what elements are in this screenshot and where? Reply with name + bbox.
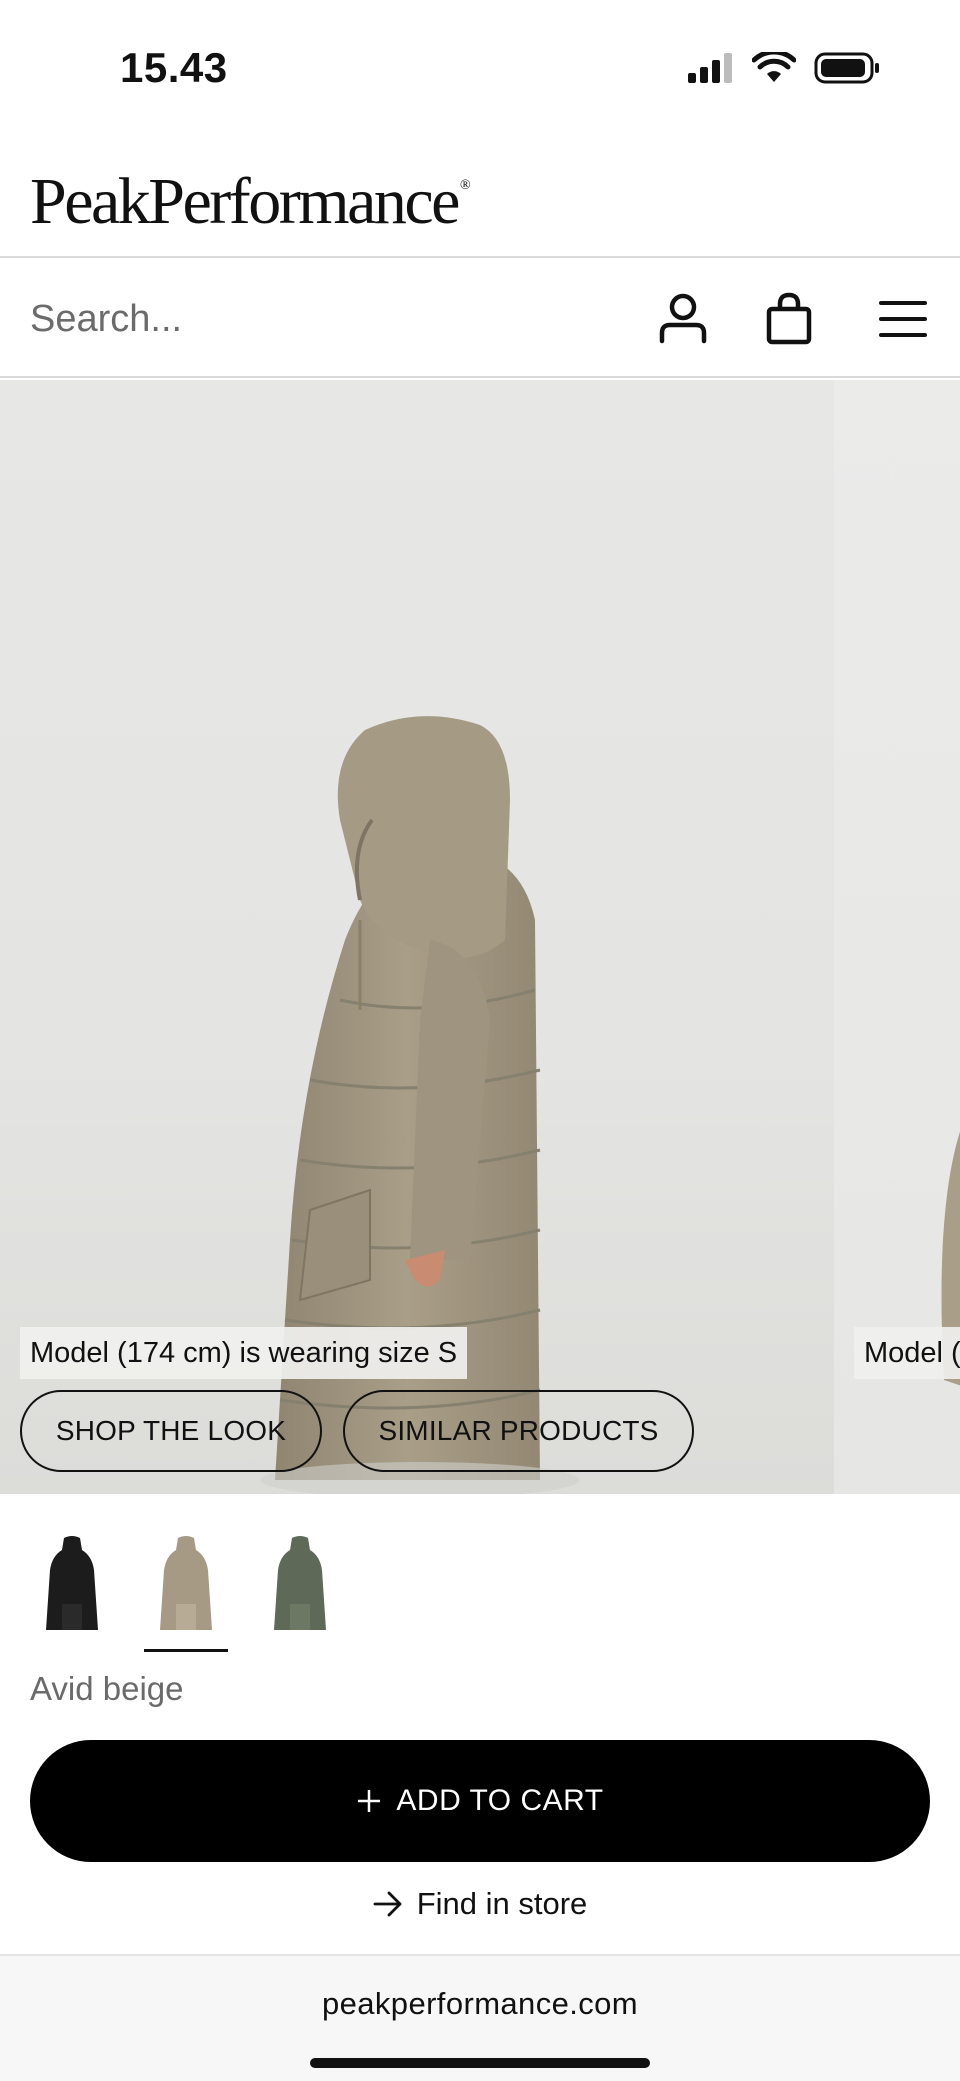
brand-header: PeakPerformance ®: [0, 140, 960, 258]
plus-icon: [358, 1790, 381, 1812]
swatch-avid-beige[interactable]: [144, 1510, 228, 1652]
search-input[interactable]: [30, 286, 590, 352]
find-in-store-link[interactable]: Find in store: [0, 1876, 960, 1932]
status-icons: [688, 52, 880, 84]
find-in-store-label: Find in store: [416, 1886, 588, 1921]
selected-color-name: Avid beige: [30, 1670, 184, 1707]
product-gallery[interactable]: Model (174 cm) is wearing size S SHOP TH…: [0, 380, 960, 1494]
arrow-right-icon: [373, 1891, 402, 1917]
status-time: 15.43: [120, 44, 228, 91]
coat-thumbnail-icon: [46, 1536, 98, 1630]
swatch-black[interactable]: [30, 1510, 114, 1650]
signal-icon: [688, 53, 732, 83]
browser-url-bar[interactable]: peakperformance.com: [0, 1954, 960, 2081]
battery-icon: [814, 52, 879, 84]
shopping-bag-icon[interactable]: [758, 288, 820, 350]
coat-thumbnail-icon: [160, 1536, 212, 1630]
account-icon[interactable]: [652, 288, 714, 350]
add-to-cart-button[interactable]: ADD TO CART: [30, 1740, 930, 1862]
nav-row: [0, 260, 960, 378]
swatch-green[interactable]: [258, 1510, 342, 1650]
menu-icon[interactable]: [872, 288, 934, 350]
color-swatches: [30, 1510, 342, 1660]
brand-name: PeakPerformance: [30, 165, 460, 238]
add-to-cart-label: ADD TO CART: [396, 1784, 604, 1817]
wifi-icon: [752, 52, 796, 82]
registered-mark: ®: [459, 178, 471, 193]
status-bar: 15.43: [0, 0, 960, 140]
gallery-slide-next[interactable]: Model (174 cm) is wearing size S: [834, 380, 960, 1494]
home-indicator[interactable]: [310, 2058, 650, 2068]
model-caption-next: Model (174 cm) is wearing size S: [854, 1327, 960, 1379]
brand-logo[interactable]: PeakPerformance ®: [30, 164, 471, 240]
coat-thumbnail-icon: [274, 1536, 326, 1630]
similar-products-button[interactable]: SIMILAR PRODUCTS: [343, 1390, 694, 1472]
url-text[interactable]: peakperformance.com: [0, 1986, 960, 2022]
gallery-slide[interactable]: Model (174 cm) is wearing size S SHOP TH…: [0, 380, 834, 1494]
model-caption: Model (174 cm) is wearing size S: [20, 1327, 468, 1379]
shop-the-look-button[interactable]: SHOP THE LOOK: [20, 1390, 322, 1472]
